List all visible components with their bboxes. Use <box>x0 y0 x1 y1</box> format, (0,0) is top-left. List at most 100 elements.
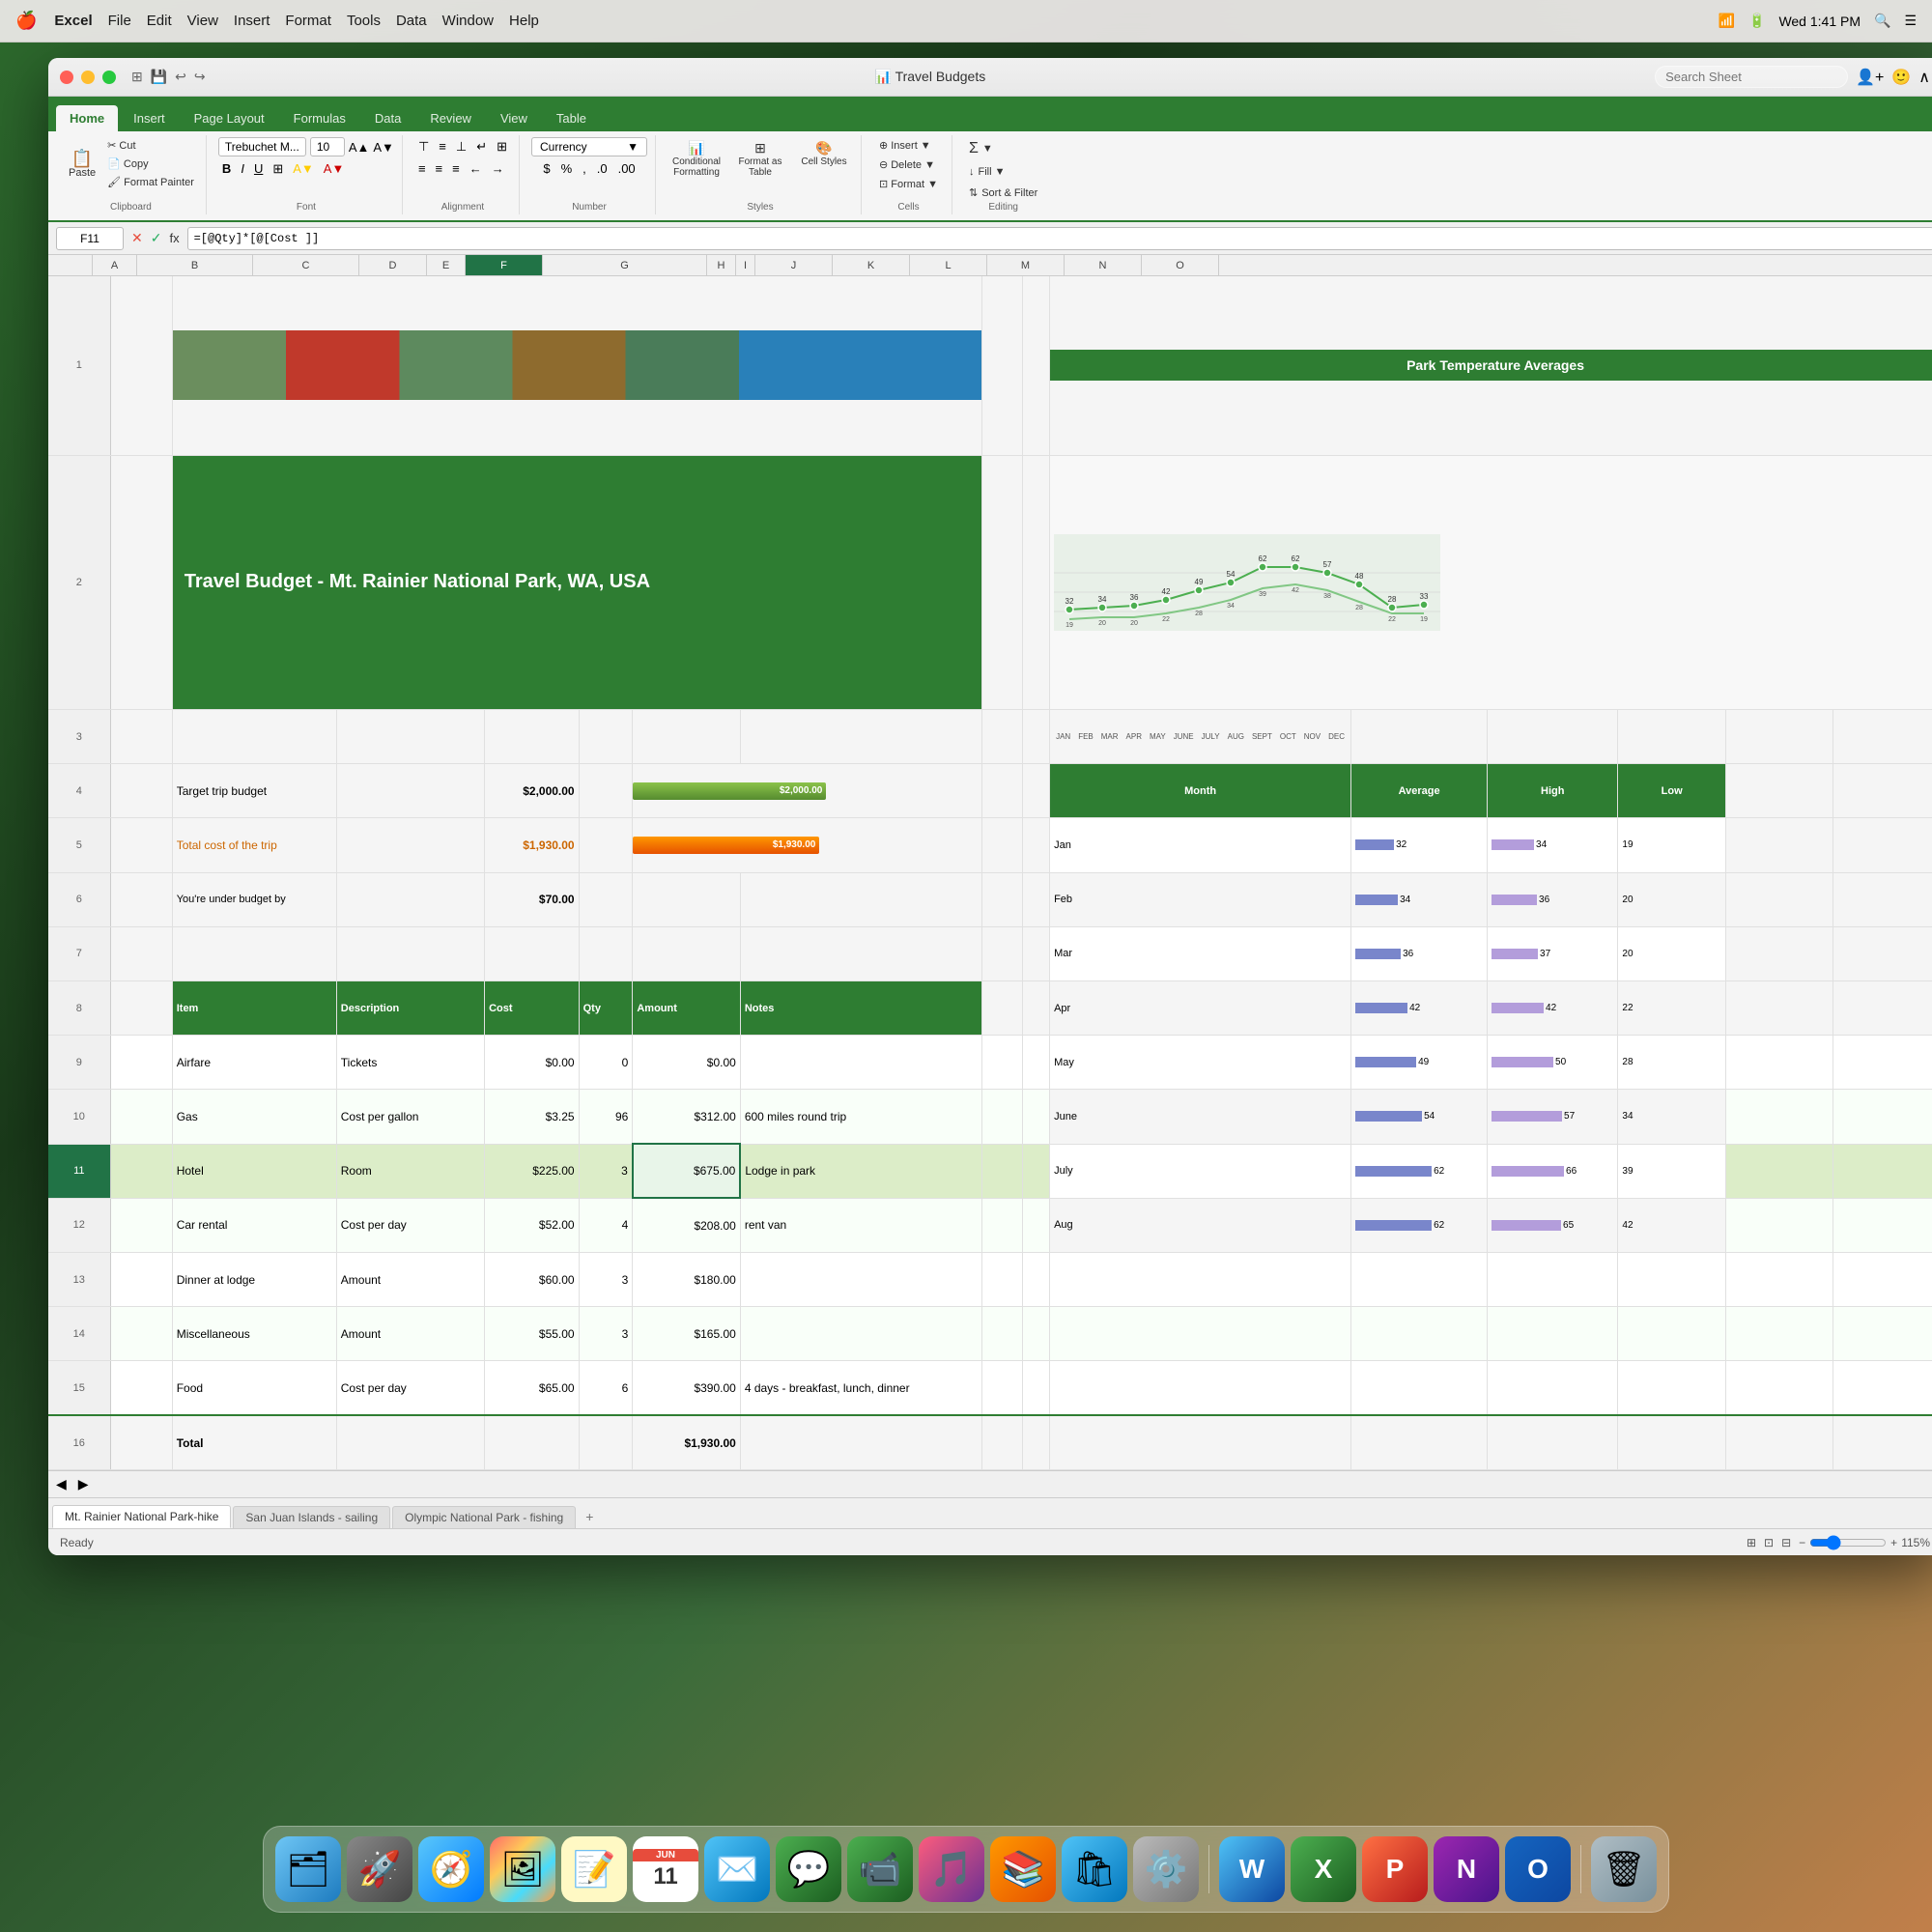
cell-m14[interactable] <box>1618 1307 1725 1361</box>
cell-i13[interactable] <box>1023 1252 1050 1306</box>
cell-n16[interactable] <box>1725 1415 1833 1469</box>
tab-page-layout[interactable]: Page Layout <box>181 105 278 131</box>
cell-h2[interactable] <box>982 455 1023 709</box>
cell-g9-notes[interactable] <box>740 1036 982 1090</box>
cell-d3[interactable] <box>485 709 580 763</box>
tab-formulas[interactable]: Formulas <box>280 105 359 131</box>
cell-g10-notes[interactable]: 600 miles round trip <box>740 1090 982 1144</box>
cell-i10[interactable] <box>1023 1090 1050 1144</box>
cell-m11-july-low[interactable]: 39 <box>1618 1144 1725 1198</box>
cell-n5[interactable] <box>1725 818 1833 872</box>
cell-styles-button[interactable]: 🎨 Cell Styles <box>795 137 853 181</box>
col-d-header[interactable]: D <box>359 255 427 275</box>
zoom-out-button[interactable]: − <box>1799 1536 1805 1549</box>
cell-m15[interactable] <box>1618 1361 1725 1415</box>
increase-indent-button[interactable]: → <box>488 159 508 178</box>
cell-e10-qty[interactable]: 96 <box>579 1090 633 1144</box>
cell-a8[interactable] <box>110 980 172 1035</box>
cell-k14[interactable] <box>1351 1307 1488 1361</box>
cell-g6[interactable] <box>740 872 982 926</box>
cell-h1[interactable] <box>982 276 1023 455</box>
col-c-header[interactable]: C <box>253 255 359 275</box>
dock-onenote[interactable]: N <box>1434 1836 1499 1902</box>
border-button[interactable]: ⊞ <box>269 159 287 179</box>
cell-c5[interactable] <box>336 818 484 872</box>
merge-button[interactable]: ⊞ <box>493 137 511 156</box>
menu-data[interactable]: Data <box>396 13 427 29</box>
cell-i1[interactable] <box>1023 276 1050 455</box>
cell-m13[interactable] <box>1618 1252 1725 1306</box>
cell-d5-total-value[interactable]: $1,930.00 <box>485 818 580 872</box>
cell-b8-item-header[interactable]: Item <box>172 980 336 1035</box>
formula-input[interactable] <box>187 227 1932 250</box>
cell-c3[interactable] <box>336 709 484 763</box>
cell-e8-qty-header[interactable]: Qty <box>579 980 633 1035</box>
cell-o4[interactable] <box>1833 764 1932 818</box>
function-icon[interactable]: fx <box>169 231 179 245</box>
cell-j7-mar[interactable]: Mar <box>1050 926 1351 980</box>
cell-n7[interactable] <box>1725 926 1833 980</box>
cell-c10-desc[interactable]: Cost per gallon <box>336 1090 484 1144</box>
cell-d4-target-value[interactable]: $2,000.00 <box>485 764 580 818</box>
cell-f6[interactable] <box>633 872 740 926</box>
dock-word[interactable]: W <box>1219 1836 1285 1902</box>
fill-button[interactable]: ↓ Fill ▼ <box>964 163 1042 181</box>
cell-e7[interactable] <box>579 926 633 980</box>
paste-button[interactable]: 📋 Paste <box>64 147 100 182</box>
cell-f12-amount[interactable]: $208.00 <box>633 1198 740 1252</box>
cell-m16[interactable] <box>1618 1415 1725 1469</box>
cell-a5[interactable] <box>110 818 172 872</box>
cell-b6-under-label[interactable]: You're under budget by <box>172 872 336 926</box>
dock-finder[interactable]: 🗂 <box>275 1836 341 1902</box>
currency-button[interactable]: $ <box>539 159 554 178</box>
cell-o13[interactable] <box>1833 1252 1932 1306</box>
col-h-header[interactable]: H <box>707 255 736 275</box>
autosum-button[interactable]: Σ ▼ <box>964 137 1042 160</box>
cell-g7[interactable] <box>740 926 982 980</box>
cell-i16[interactable] <box>1023 1415 1050 1469</box>
cell-o6[interactable] <box>1833 872 1932 926</box>
col-i-header[interactable]: I <box>736 255 755 275</box>
wrap-text-button[interactable]: ↵ <box>472 137 491 156</box>
font-name-selector[interactable]: Trebuchet M... <box>218 137 306 156</box>
cell-j10-june[interactable]: June <box>1050 1090 1351 1144</box>
percent-button[interactable]: % <box>557 159 577 178</box>
cell-i6[interactable] <box>1023 872 1050 926</box>
cell-n10[interactable] <box>1725 1090 1833 1144</box>
sidebar-toggle-icon[interactable]: ⊞ <box>131 69 143 85</box>
cell-c8-desc-header[interactable]: Description <box>336 980 484 1035</box>
maximize-button[interactable] <box>102 71 116 84</box>
cell-j14[interactable] <box>1050 1307 1351 1361</box>
cut-button[interactable]: ✂ Cut <box>103 137 198 154</box>
cell-a16[interactable] <box>110 1415 172 1469</box>
cell-m3[interactable] <box>1618 709 1725 763</box>
collapse-icon[interactable]: ∧ <box>1918 68 1930 87</box>
cell-g13-notes[interactable] <box>740 1252 982 1306</box>
cell-j13[interactable] <box>1050 1252 1351 1306</box>
insert-cells-button[interactable]: ⊕ Insert ▼ <box>875 137 942 154</box>
dock-facetime[interactable]: 📹 <box>847 1836 913 1902</box>
cell-n14[interactable] <box>1725 1307 1833 1361</box>
comma-button[interactable]: , <box>579 159 590 178</box>
cell-o8[interactable] <box>1833 980 1932 1035</box>
cell-o12[interactable] <box>1833 1198 1932 1252</box>
cell-g3[interactable] <box>740 709 982 763</box>
share-icon[interactable]: 👤+ <box>1856 68 1884 87</box>
cell-f3[interactable] <box>633 709 740 763</box>
cell-d12-cost[interactable]: $52.00 <box>485 1198 580 1252</box>
cell-l15[interactable] <box>1488 1361 1618 1415</box>
cell-h16[interactable] <box>982 1415 1023 1469</box>
cell-f7[interactable] <box>633 926 740 980</box>
cell-a12[interactable] <box>110 1198 172 1252</box>
cell-h9[interactable] <box>982 1036 1023 1090</box>
cell-j9-may[interactable]: May <box>1050 1036 1351 1090</box>
cell-o11[interactable] <box>1833 1144 1932 1198</box>
cell-b15-food[interactable]: Food <box>172 1361 336 1415</box>
dock-messages[interactable]: 💬 <box>776 1836 841 1902</box>
cell-f9-amount[interactable]: $0.00 <box>633 1036 740 1090</box>
undo-icon[interactable]: ↩ <box>175 69 186 85</box>
cell-e5[interactable] <box>579 818 633 872</box>
cell-h7[interactable] <box>982 926 1023 980</box>
cell-i7[interactable] <box>1023 926 1050 980</box>
scroll-left-button[interactable]: ◀ <box>48 1476 74 1492</box>
